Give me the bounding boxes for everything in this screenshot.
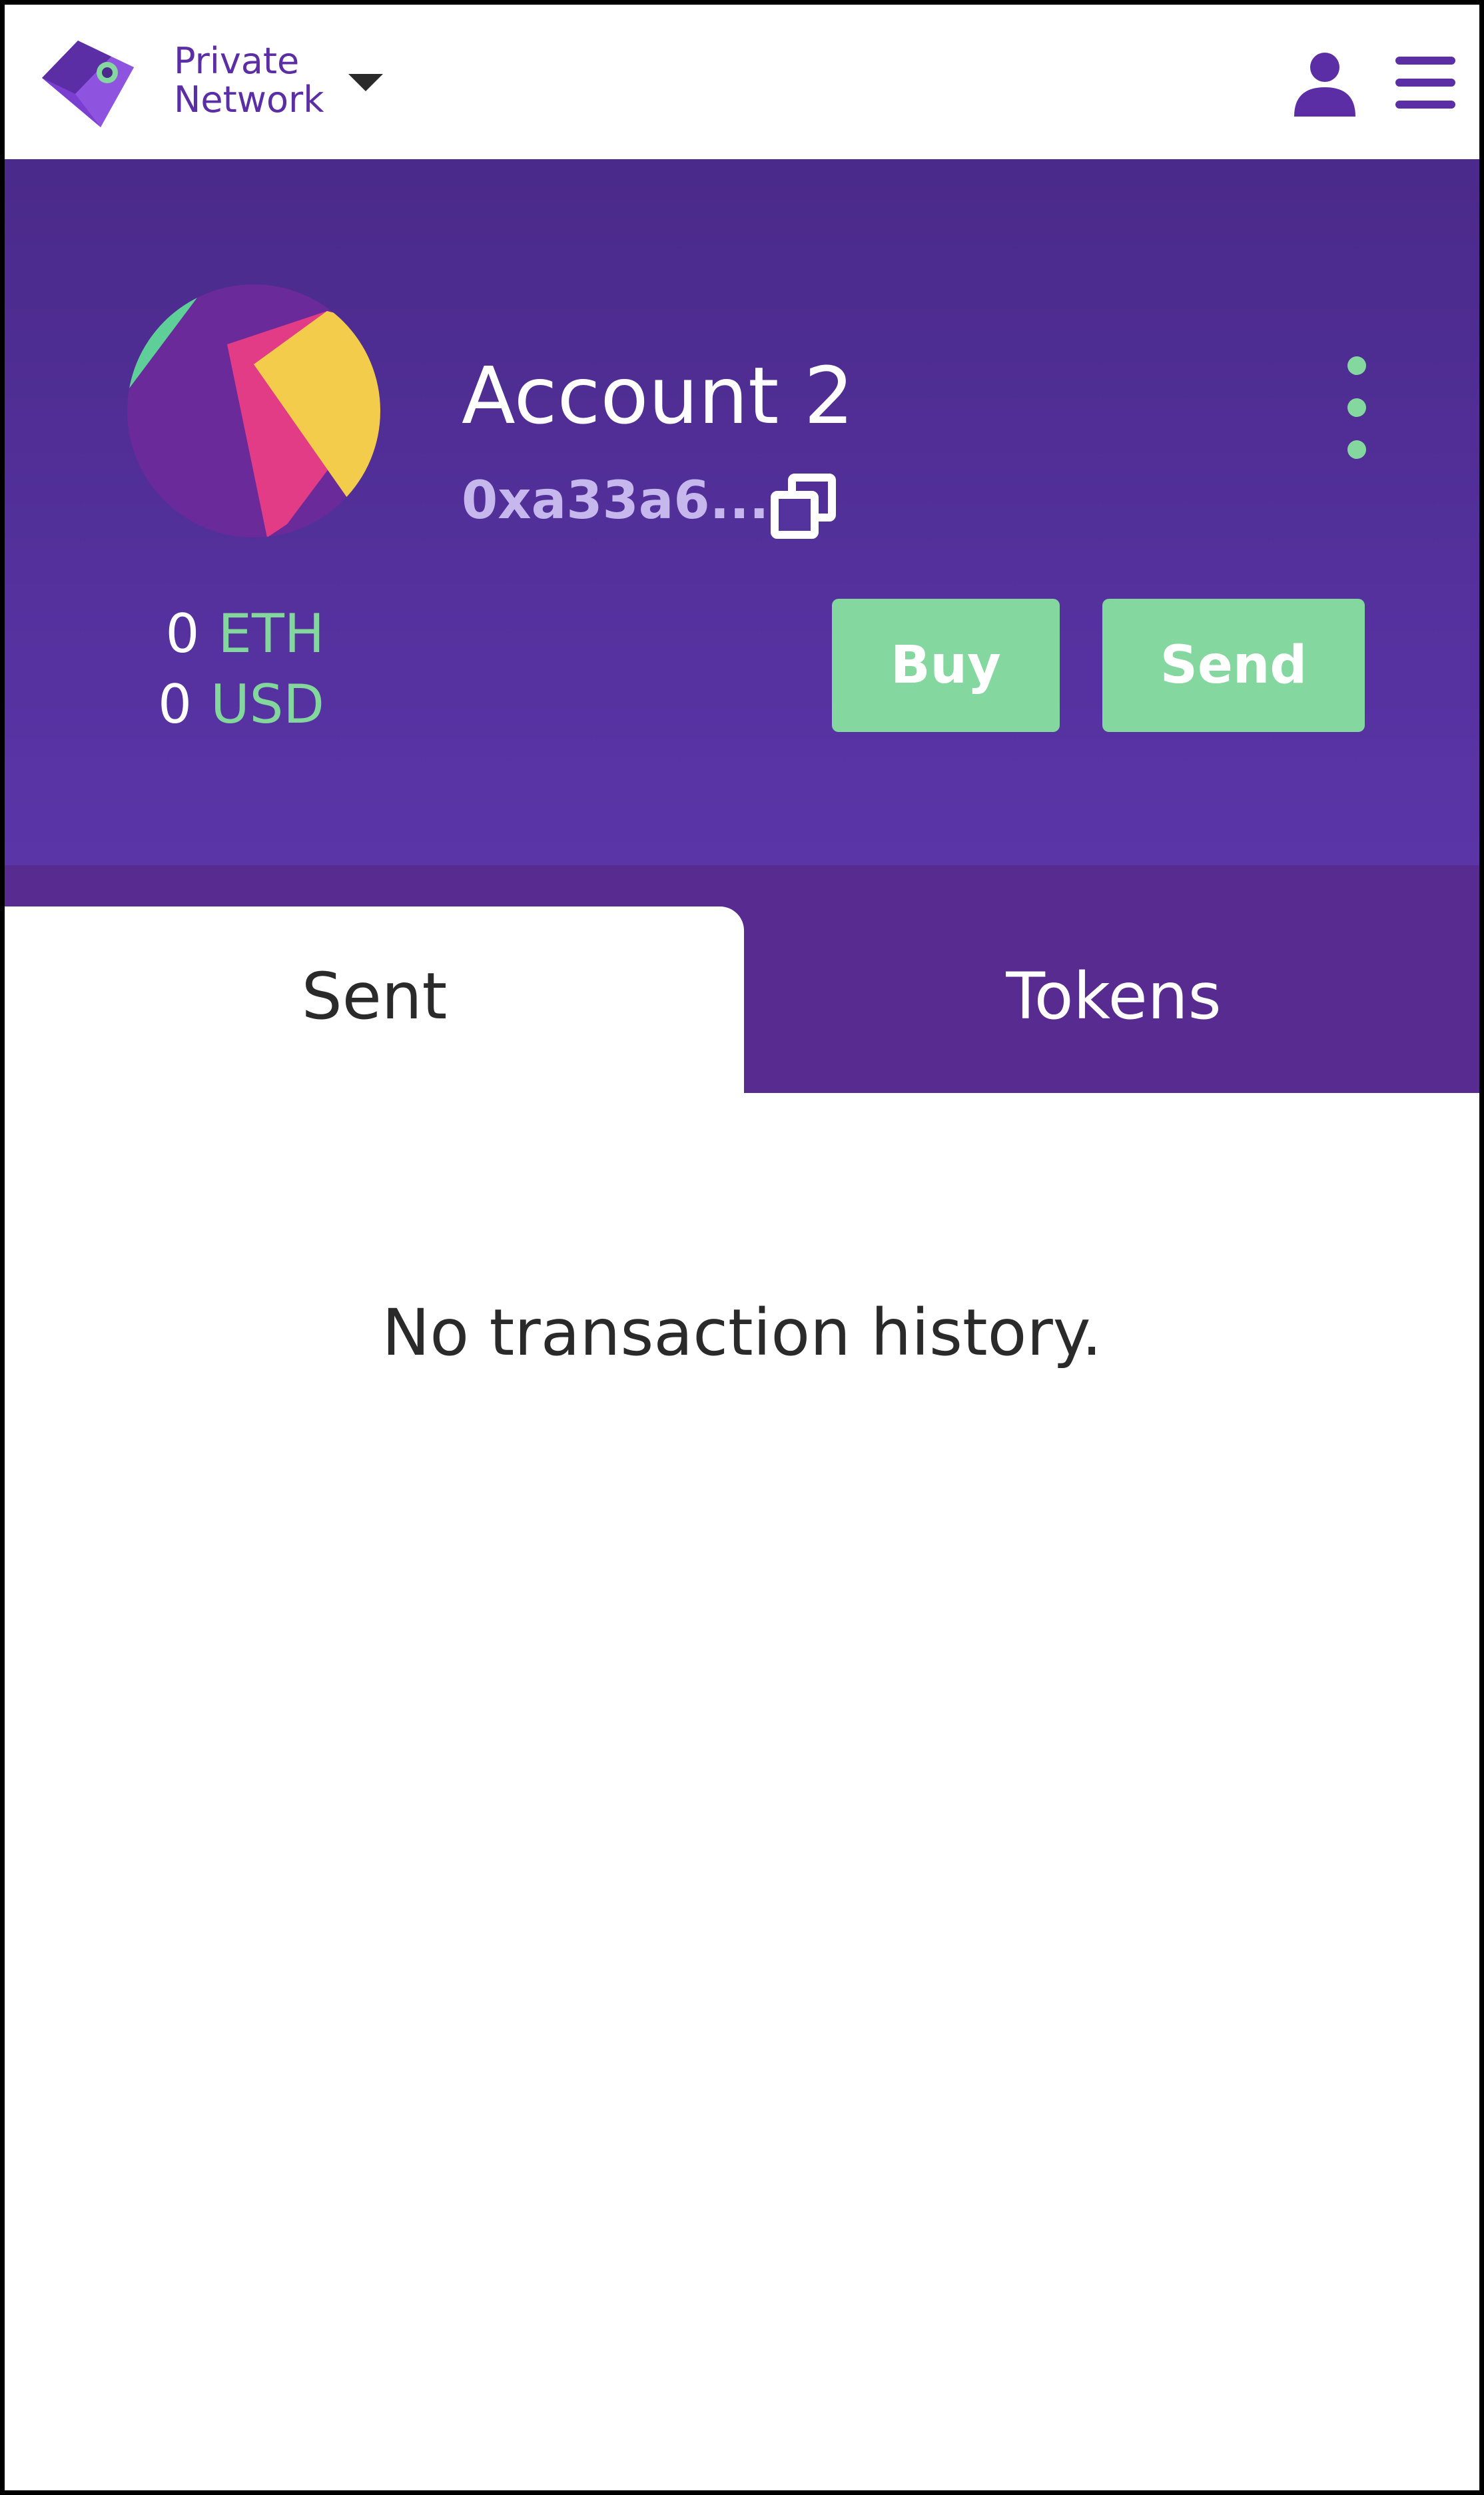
- user-icon[interactable]: [1293, 50, 1357, 117]
- copy-icon[interactable]: [771, 474, 836, 539]
- tab-tokens[interactable]: Tokens: [748, 906, 1479, 1093]
- hamburger-menu-icon[interactable]: [1395, 55, 1455, 110]
- tab-bar: Sent Tokens: [5, 865, 1479, 1093]
- balance-unit: ETH: [218, 603, 324, 665]
- balance-amount: 0: [165, 603, 200, 665]
- network-label-line1: Private: [174, 40, 300, 82]
- buy-button[interactable]: Buy: [832, 599, 1060, 732]
- top-bar: Private Network: [5, 5, 1479, 158]
- account-name[interactable]: Account 2: [462, 352, 854, 439]
- network-label-line2: Network: [174, 79, 324, 121]
- transaction-list: No transaction history.: [5, 1093, 1479, 2490]
- kebab-menu-icon[interactable]: [1338, 351, 1375, 464]
- tab-sent[interactable]: Sent: [5, 906, 744, 1093]
- balance-amount: 0: [158, 673, 192, 735]
- balance-row-usd: 0 USD: [125, 669, 324, 740]
- account-address[interactable]: 0xa33a6...: [462, 471, 769, 531]
- balance-unit: USD: [210, 673, 324, 735]
- balance-list: 0 ETH 0 USD: [125, 599, 324, 740]
- network-selector[interactable]: Private Network: [174, 42, 324, 119]
- wallet-logo-icon[interactable]: [37, 37, 139, 130]
- app-window: Private Network Account 2 0xa33a6... 0 E…: [0, 0, 1484, 2495]
- caret-down-icon[interactable]: [348, 74, 383, 91]
- avatar[interactable]: [127, 284, 380, 537]
- send-button[interactable]: Send: [1102, 599, 1365, 732]
- balance-row-eth: 0 ETH: [125, 599, 324, 669]
- account-header: Account 2 0xa33a6... 0 ETH 0 USD Buy Send: [5, 159, 1479, 865]
- empty-state-message: No transaction history.: [382, 1295, 1102, 1370]
